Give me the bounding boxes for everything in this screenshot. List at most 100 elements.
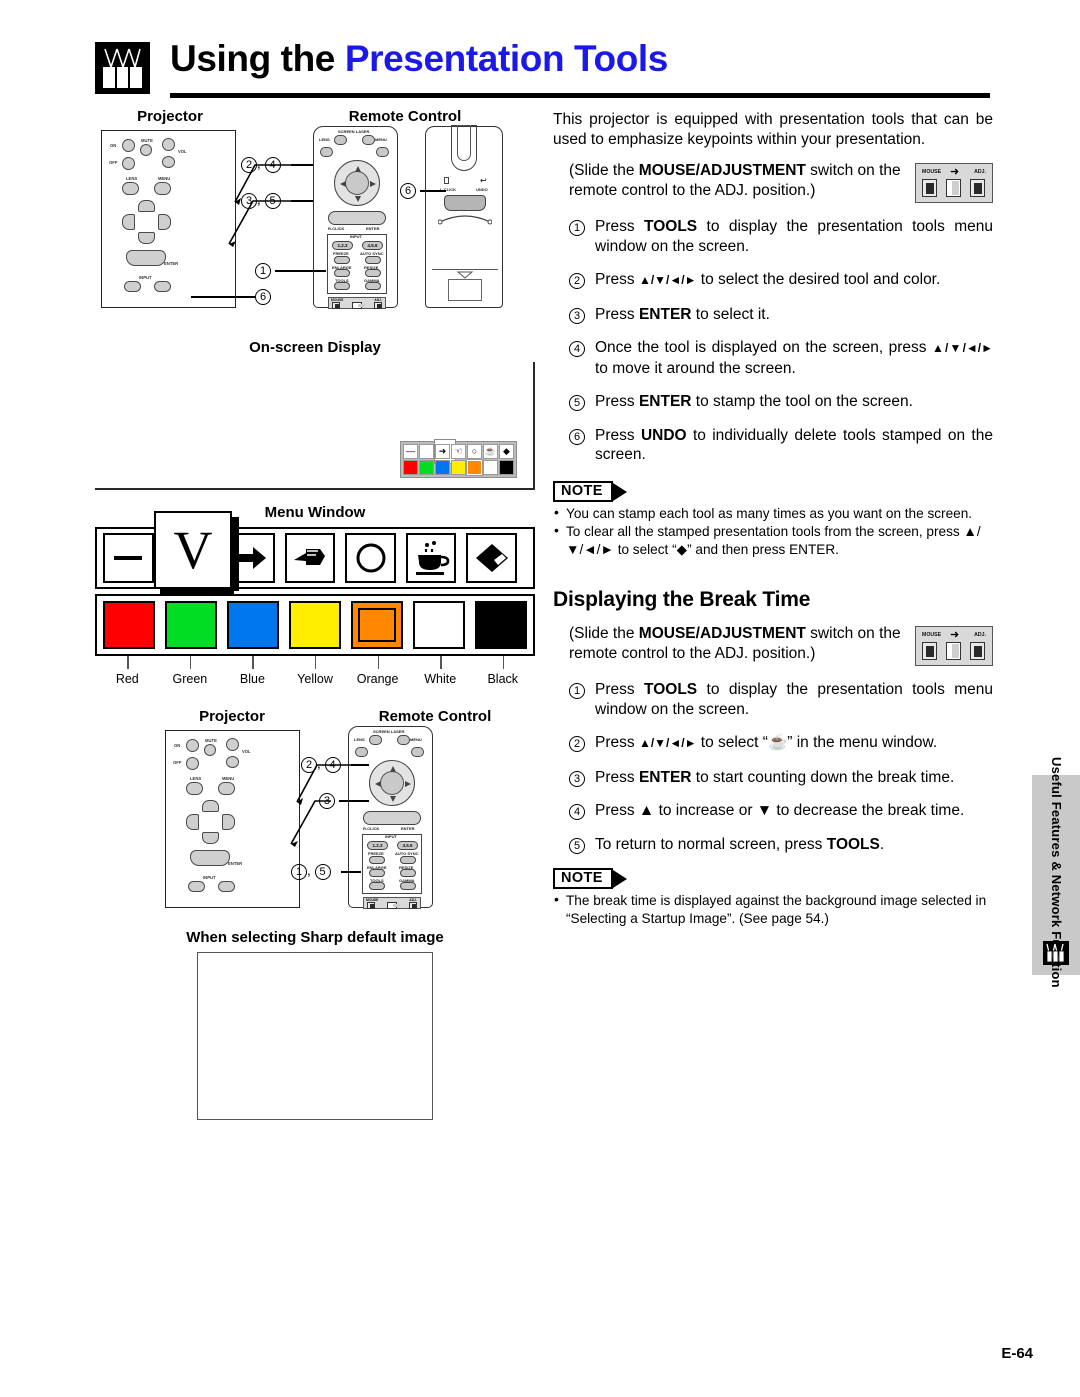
page-title: Using the Presentation Tools [170, 38, 668, 80]
osd-screen-frame: — V ➜ ☜ ○ ☕ ◆ [95, 362, 535, 490]
diagram-label-projector-bottom: Projector [199, 708, 265, 725]
mouse-key-icon-bottom [922, 642, 937, 660]
side-tab-logo-icon [1043, 941, 1069, 965]
osd-color-yellow[interactable] [451, 460, 466, 475]
note-list-tools: You can stamp each tool as many times as… [553, 504, 993, 559]
color-label-blue: Blue [226, 656, 279, 686]
eraser-tool-cell[interactable] [466, 533, 518, 583]
note-item-tools-2: To clear all the stamped presentation to… [553, 522, 993, 558]
break-time-tool-cell[interactable] [405, 533, 457, 583]
tools-step-1: 1 Press TOOLS to display the presentatio… [569, 217, 993, 256]
tools-step-3-number: 3 [569, 305, 595, 325]
osd-tool-row: — V ➜ ☜ ○ ☕ ◆ [403, 439, 514, 464]
mouse-label-top: MOUSE [922, 169, 942, 175]
menu-window-tool-row: V [95, 511, 535, 596]
color-swatch-orange[interactable] [351, 601, 403, 649]
section-side-tab: Useful Features & Network Function [1032, 757, 1080, 987]
arrow-keys-glyph: ▲/▼/◄/► [638, 273, 697, 287]
osd-color-blue[interactable] [435, 460, 450, 475]
osd-check-tool[interactable]: V [419, 439, 456, 464]
tools-step-3: 3 Press ENTER to select it. [569, 305, 993, 325]
note-label-tools: NOTE [553, 480, 613, 502]
switch-instruction-text-bottom: (Slide the MOUSE/ADJUSTMENT switch on th… [569, 625, 901, 662]
remote-control-front-bottom: SCREEN LASER LENS MENU R-CLICK ENTER INP… [348, 726, 433, 909]
color-swatch-white[interactable] [413, 601, 465, 649]
switch-prefix-top: (Slide the [569, 162, 639, 179]
osd-color-orange[interactable] [466, 459, 483, 476]
break-step-1-text: Press TOOLS to display the presentation … [595, 681, 993, 718]
tools-step-6-text: Press UNDO to individually delete tools … [595, 426, 993, 464]
page-number: E-64 [1001, 1345, 1033, 1362]
note-tag-break: NOTE [553, 868, 627, 889]
tools-step-4-text: Once the tool is displayed on the screen… [595, 339, 993, 377]
color-swatch-yellow[interactable] [289, 601, 341, 649]
tools-step-6: 6 Press UNDO to individually delete tool… [569, 426, 993, 465]
tools-step-5-text: Press ENTER to stamp the tool on the scr… [595, 393, 913, 410]
diagram-label-remote-bottom: Remote Control [378, 708, 492, 725]
break-step-5-number: 5 [569, 835, 595, 855]
left-column: Projector Remote Control ON MUTE VOL OFF… [95, 108, 535, 1120]
osd-color-black[interactable] [499, 460, 514, 475]
note-tag-tools: NOTE [553, 480, 627, 502]
line-tool-cell[interactable] [103, 533, 154, 583]
break-step-2: 2 Press ▲/▼/◄/► to select “☕” in the men… [569, 733, 993, 754]
color-swatch-red[interactable] [103, 601, 155, 649]
remote-tools-button-bottom [369, 882, 385, 890]
tools-step-2-text: Press ▲/▼/◄/► to select the desired tool… [595, 271, 941, 288]
projector-remote-diagram-top: Projector Remote Control ON MUTE VOL OFF… [95, 108, 535, 323]
break-step-4: 4 Press ▲ to increase or ▼ to decrease t… [569, 801, 993, 821]
color-label-red: Red [101, 656, 154, 686]
adj-key-icon-top [970, 179, 985, 197]
osd-color-red[interactable] [403, 460, 418, 475]
mouse-label-bottom: MOUSE [922, 632, 942, 638]
osd-circle-tool[interactable]: ○ [467, 444, 482, 459]
callout-6-top-right: 6 [400, 182, 416, 199]
note-item-tools-1: You can stamp each tool as many times as… [553, 504, 993, 523]
remote-mouse-pad [444, 195, 486, 211]
osd-color-green[interactable] [419, 460, 434, 475]
circle-tool-cell[interactable] [345, 533, 396, 583]
menu-window-color-row [95, 594, 535, 656]
callout-1-5-bottom: 1, 5 [291, 863, 331, 880]
color-swatch-blue[interactable] [227, 601, 279, 649]
osd-hand-tool[interactable]: ☜ [451, 444, 466, 459]
break-step-3: 3 Press ENTER to start counting down the… [569, 768, 993, 788]
slider-key-icon-bottom [946, 642, 961, 660]
pointing-hand-tool-cell[interactable] [284, 533, 336, 583]
callout-6-top-left: 6 [255, 288, 271, 305]
break-step-2-number: 2 [569, 733, 595, 754]
logo-bars [103, 67, 143, 88]
sharp-projector-logo-icon [95, 42, 150, 94]
osd-breaktime-tool[interactable]: ☕ [483, 444, 498, 459]
tools-step-2-number: 2 [569, 270, 595, 291]
osd-caption: On-screen Display [249, 339, 381, 356]
osd-color-row [403, 459, 514, 476]
tools-step-5: 5 Press ENTER to stamp the tool on the s… [569, 392, 993, 412]
adj-label-bottom: ADJ. [974, 632, 986, 638]
note-label-break: NOTE [553, 868, 613, 889]
callout-1-top: 1 [255, 262, 271, 279]
color-label-green: Green [164, 656, 217, 686]
color-label-white: White [414, 656, 467, 686]
intro-paragraph: This projector is equipped with presenta… [553, 111, 993, 148]
break-time-heading: Displaying the Break Time [553, 588, 811, 611]
adj-label-top: ADJ. [974, 169, 986, 175]
color-swatch-green[interactable] [165, 601, 217, 649]
note-item-break-1: The break time is displayed against the … [553, 891, 993, 927]
osd-color-white[interactable] [483, 460, 498, 475]
remote-tools-button-top [334, 282, 350, 290]
tools-step-3-text: Press ENTER to select it. [595, 305, 770, 323]
break-step-3-text: Press ENTER to start counting down the b… [595, 768, 955, 786]
logo-zigzag [104, 48, 141, 68]
color-swatch-black[interactable] [475, 601, 527, 649]
color-legend: Red Green Blue Yellow Orange White Black [95, 656, 535, 686]
tools-step-6-number: 6 [569, 426, 595, 465]
osd-arrow-tool[interactable]: ➜ [435, 444, 450, 459]
note-arrow-icon-break [612, 870, 627, 888]
mouse-key-icon-top [922, 179, 937, 197]
selected-tool-overlay: V [154, 511, 239, 596]
osd-line-tool[interactable]: — [403, 444, 418, 459]
diagram-label-remote-top: Remote Control [348, 108, 462, 125]
osd-eraser-tool[interactable]: ◆ [499, 444, 514, 459]
tools-step-2: 2 Press ▲/▼/◄/► to select the desired to… [569, 270, 993, 291]
